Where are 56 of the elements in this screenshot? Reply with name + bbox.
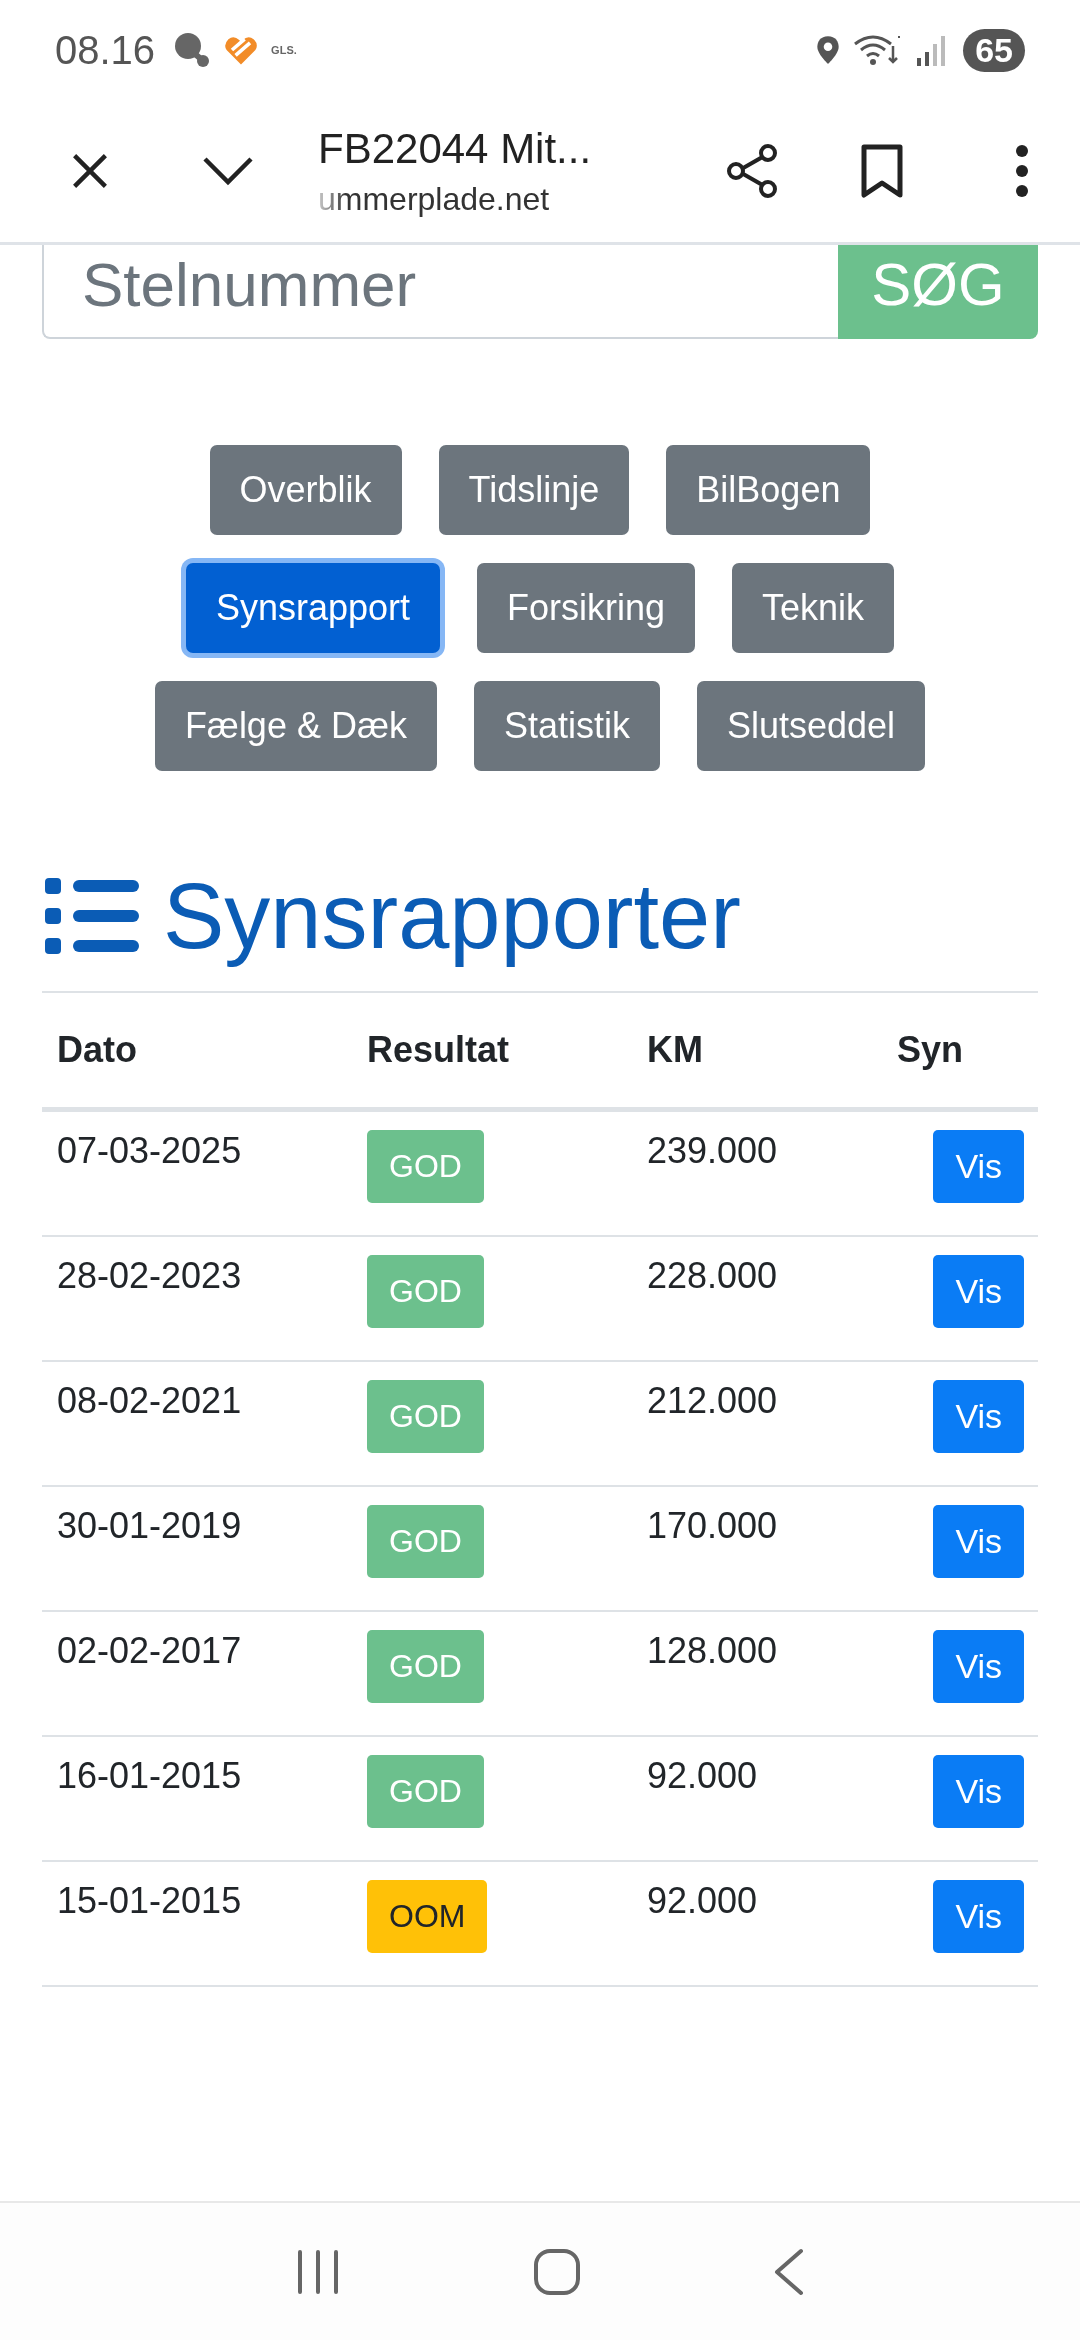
section-heading: Synsrapporter [163,864,741,969]
recent-apps-icon[interactable] [296,2248,341,2295]
column-header: Dato [42,992,352,1110]
view-button[interactable]: Vis [933,1880,1024,1953]
result-badge: GOD [367,1505,484,1578]
table-cell: 02-02-2017 [57,1630,242,1671]
location-icon [815,34,842,66]
tab[interactable]: Teknik [732,563,895,653]
table-cell: 212.000 [647,1380,778,1421]
column-header: KM [632,992,882,1110]
table-cell: 92.000 [647,1755,758,1796]
battery-indicator: 65 [963,28,1025,72]
view-button[interactable]: Vis [933,1630,1024,1703]
tab[interactable]: Fælge & Dæk [154,681,437,771]
view-button[interactable]: Vis [933,1380,1024,1453]
table-cell: 15-01-2015 [57,1880,242,1921]
view-button[interactable]: Vis [933,1505,1024,1578]
table-cell: 92.000 [647,1880,758,1921]
page-title: FB22044 Mit... [318,124,593,173]
table-cell: 228.000 [647,1255,778,1296]
search-field[interactable]: Stelnummer [42,245,838,339]
tab[interactable]: Forsikring [477,563,696,653]
table-cell: 128.000 [647,1630,778,1671]
notification-label: GLS. [271,44,297,56]
tab[interactable]: Overblik [209,445,402,535]
result-badge: OOM [367,1880,488,1953]
result-badge: GOD [367,1755,484,1828]
status-time: 08.16 [55,27,156,73]
tab[interactable]: Statistik [473,681,660,771]
table-cell: 28-02-2023 [57,1255,242,1296]
chevron-down-icon[interactable] [202,156,254,186]
column-header: Resultat [352,992,632,1110]
table-cell: 07-03-2025 [57,1130,242,1171]
tab[interactable]: Tidslinje [438,445,630,535]
table-cell: 30-01-2019 [57,1505,242,1546]
bookmark-icon[interactable] [860,143,904,199]
result-badge: GOD [367,1255,484,1328]
view-button[interactable]: Vis [933,1255,1024,1328]
view-button[interactable]: Vis [933,1130,1024,1203]
table-cell: 16-01-2015 [57,1755,242,1796]
home-icon[interactable] [533,2247,581,2296]
table-cell: 08-02-2021 [57,1380,242,1421]
table-cell: 239.000 [647,1130,778,1171]
list-icon [45,878,139,954]
page-url: ummerplade.net [318,180,550,218]
result-badge: GOD [367,1380,484,1453]
back-icon[interactable] [773,2247,804,2296]
table-cell: 170.000 [647,1505,778,1546]
tab[interactable]: Slutseddel [697,681,926,771]
view-button[interactable]: Vis [933,1755,1024,1828]
tab[interactable]: BilBogen [666,445,871,535]
result-badge: GOD [367,1630,484,1703]
share-icon[interactable] [724,141,780,201]
column-header: Syn [882,992,1038,1110]
result-badge: GOD [367,1130,484,1203]
more-options-icon[interactable] [1014,143,1030,199]
